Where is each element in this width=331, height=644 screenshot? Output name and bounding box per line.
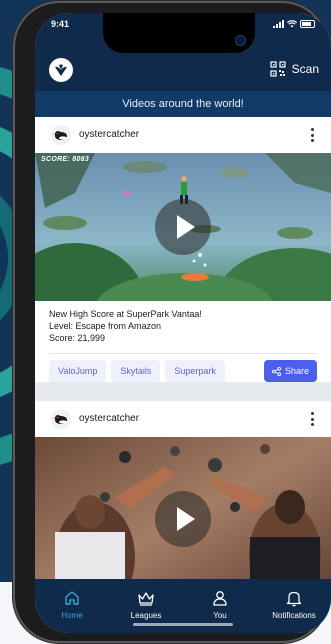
bell-icon xyxy=(286,591,302,607)
phone-screen: 9:41 Scan Videos around the world! oyste… xyxy=(35,13,331,633)
share-button[interactable]: Share xyxy=(263,360,317,382)
logo-icon xyxy=(55,64,67,76)
bird-avatar-icon xyxy=(52,131,67,140)
scan-button[interactable]: Scan xyxy=(270,61,319,77)
nav-you-label: You xyxy=(213,611,227,620)
battery-icon xyxy=(300,20,315,28)
play-icon xyxy=(176,507,195,531)
more-options-icon[interactable] xyxy=(311,128,315,142)
banner: Videos around the world! xyxy=(35,91,331,117)
bird-avatar-icon xyxy=(52,415,67,424)
post-header: oystercatcher xyxy=(35,117,331,153)
home-icon xyxy=(65,591,79,605)
user-icon xyxy=(213,591,227,606)
status-bar: 9:41 xyxy=(35,13,331,53)
app-bar: Scan xyxy=(35,53,331,91)
post-username[interactable]: oystercatcher xyxy=(79,413,139,424)
nav-notifications-label: Notifications xyxy=(272,611,316,620)
signal-icon xyxy=(273,20,284,28)
video-feed[interactable]: oystercatcher SCORE: 8083 New High Score… xyxy=(35,117,331,579)
banner-text: Videos around the world! xyxy=(122,98,244,110)
more-options-icon[interactable] xyxy=(311,412,315,426)
status-time: 9:41 xyxy=(51,19,70,29)
tag-list: ValoJump Skytails Superpark xyxy=(49,360,225,382)
app-logo[interactable] xyxy=(49,58,73,82)
divider xyxy=(49,353,317,354)
post-header: oystercatcher xyxy=(35,401,331,437)
system-icons xyxy=(273,20,315,28)
avatar[interactable] xyxy=(51,125,71,145)
post-username[interactable]: oystercatcher xyxy=(79,129,139,140)
video-thumbnail[interactable]: SCORE: 8083 xyxy=(35,153,331,301)
camera-icon xyxy=(235,35,246,46)
crown-icon xyxy=(138,592,154,606)
video-score-overlay: SCORE: 8083 xyxy=(41,156,90,163)
qr-code-icon xyxy=(270,61,286,77)
video-thumbnail[interactable] xyxy=(35,437,331,579)
phone-frame: 9:41 Scan Videos around the world! oyste… xyxy=(15,3,331,641)
share-icon xyxy=(271,366,281,376)
post-description: New High Score at SuperPark Vantaa! Leve… xyxy=(49,308,202,344)
tag-skytails[interactable]: Skytails xyxy=(111,360,161,382)
post-card: oystercatcher xyxy=(35,401,331,579)
home-indicator xyxy=(133,623,233,626)
post-card: oystercatcher xyxy=(35,117,331,382)
nav-notifications[interactable]: Notifications xyxy=(257,579,331,633)
avatar[interactable] xyxy=(51,409,71,429)
wifi-icon xyxy=(287,20,297,28)
play-icon xyxy=(176,215,195,239)
tag-valojump[interactable]: ValoJump xyxy=(49,360,107,382)
description-line: Score: 21,999 xyxy=(49,333,106,343)
scan-label: Scan xyxy=(291,62,319,76)
share-label: Share xyxy=(284,366,309,376)
play-button[interactable] xyxy=(155,491,211,547)
description-line: New High Score at SuperPark Vantaa! xyxy=(49,309,202,319)
description-line: Level: Escape from Amazon xyxy=(49,321,162,331)
notch xyxy=(103,13,255,53)
tag-superpark[interactable]: Superpark xyxy=(165,360,225,382)
nav-home[interactable]: Home xyxy=(35,579,109,633)
nav-leagues-label: Leagues xyxy=(130,611,162,620)
play-button[interactable] xyxy=(155,199,211,255)
nav-home-label: Home xyxy=(61,611,83,620)
